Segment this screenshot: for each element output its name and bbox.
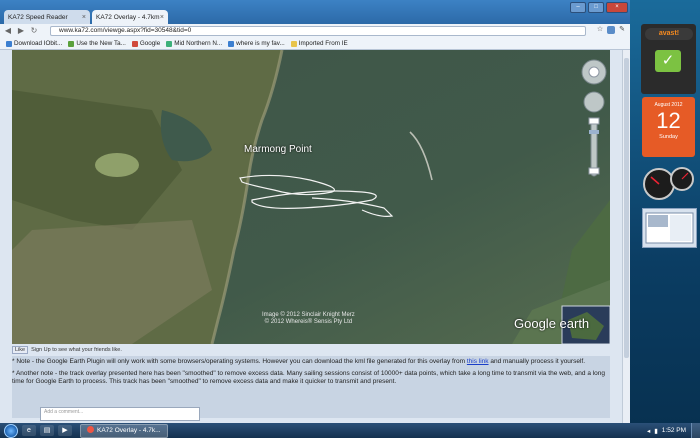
gauge-icon <box>643 167 694 200</box>
tab-overlay[interactable]: KA72 Overlay - 4.7km × <box>92 10 168 24</box>
bookmark-item[interactable]: Mid Northern N... <box>166 40 222 47</box>
back-icon[interactable]: ◀ <box>3 26 13 36</box>
screenshot-thumbnail-icon <box>645 212 694 244</box>
tab-label: KA72 Overlay - 4.7km <box>96 13 160 21</box>
windows-taskbar: e ▤ ▶ KA72 Overlay - 4.7k... ◂ ▮ 1:52 PM <box>0 423 700 438</box>
nav-toolbar: ◀ ▶ ↻ www.ka72.com/viewge.aspx?fid=30548… <box>0 24 630 38</box>
star-icon[interactable]: ☆ <box>596 26 604 34</box>
kml-download-link[interactable]: this link <box>467 358 489 365</box>
bookmark-item[interactable]: Download IObit... <box>6 40 62 47</box>
google-earth-logo: Google earth <box>514 316 590 331</box>
calendar-weekday: Sunday <box>659 134 678 140</box>
bookmarks-bar: Download IObit... Use the New Ta... Goog… <box>0 38 630 50</box>
avast-gadget[interactable]: avast! ✓ <box>641 24 696 94</box>
forward-icon[interactable]: ▶ <box>16 26 26 36</box>
close-icon[interactable]: × <box>160 14 164 21</box>
close-window-button[interactable]: × <box>606 2 628 13</box>
signup-text[interactable]: Sign Up to see what your friends like. <box>31 347 122 353</box>
close-icon[interactable]: × <box>82 14 86 21</box>
network-icon[interactable]: ▮ <box>654 427 658 435</box>
show-desktop-button[interactable] <box>691 423 700 438</box>
window-controls: – □ × <box>570 2 628 13</box>
extension-icon[interactable] <box>607 26 615 34</box>
bookmark-icon <box>166 40 173 47</box>
comment-input[interactable]: Add a comment... <box>40 407 200 421</box>
map-credit-line: © 2012 Whereis® Sensis Pty Ltd <box>264 319 353 325</box>
address-bar[interactable]: www.ka72.com/viewge.aspx?fid=30548&tid=0 <box>50 26 586 36</box>
minimize-button[interactable]: – <box>570 2 586 13</box>
map-credit-line: Image © 2012 Sinclair Knight Merz <box>262 312 355 318</box>
map-place-label: Marmong Point <box>244 144 312 155</box>
folder-icon[interactable]: ▤ <box>40 425 54 436</box>
bookmark-icon <box>68 40 75 47</box>
bookmark-icon <box>228 40 235 47</box>
google-earth-map[interactable]: Marmong Point Image © 2012 Sinclair Knig… <box>12 50 610 344</box>
start-button[interactable] <box>4 423 18 438</box>
map-credit: Image © 2012 Sinclair Knight Merz © 2012… <box>262 312 355 326</box>
clock[interactable]: 1:52 PM <box>662 427 686 434</box>
bookmark-icon <box>6 40 12 47</box>
cpu-meter-gadget[interactable] <box>641 166 696 202</box>
bookmark-item[interactable]: where is my fav... <box>228 40 285 47</box>
page-scrollbar[interactable] <box>622 50 630 423</box>
bookmark-item[interactable]: Google <box>131 40 160 47</box>
social-bar: Like Sign Up to see what your friends li… <box>12 346 610 354</box>
chrome-icon <box>87 426 94 434</box>
check-icon: ✓ <box>655 50 681 72</box>
folder-icon <box>290 40 297 47</box>
browser-window: KA72 Speed Reader × KA72 Overlay - 4.7km… <box>0 0 630 423</box>
calendar-day: 12 <box>656 108 681 133</box>
maximize-button[interactable]: □ <box>588 2 604 13</box>
tab-speed-reader[interactable]: KA72 Speed Reader × <box>4 10 90 24</box>
slideshow-gadget[interactable] <box>642 208 697 248</box>
volume-icon[interactable]: ◂ <box>647 427 650 435</box>
url-text: www.ka72.com/viewge.aspx?fid=30548&tid=0 <box>59 27 192 34</box>
bookmark-folder[interactable]: Imported From IE <box>290 40 348 47</box>
taskbar-chrome-window[interactable]: KA72 Overlay - 4.7k... <box>80 423 168 438</box>
ie-icon[interactable]: e <box>22 425 36 436</box>
reload-icon[interactable]: ↻ <box>29 26 39 36</box>
bookmark-item[interactable]: Use the New Ta... <box>68 40 126 47</box>
tab-label: KA72 Speed Reader <box>8 13 68 21</box>
bookmark-icon <box>131 40 138 47</box>
map-imagery <box>12 50 610 344</box>
scroll-thumb[interactable] <box>624 58 629 358</box>
calendar-gadget[interactable]: August 2012 12 Sunday <box>642 97 695 157</box>
tab-bar: KA72 Speed Reader × KA72 Overlay - 4.7km… <box>0 0 630 24</box>
toolbar-icons: ☆ ✎ <box>596 26 626 34</box>
like-button[interactable]: Like <box>12 346 29 354</box>
wrench-icon[interactable]: ✎ <box>618 26 626 34</box>
media-player-icon[interactable]: ▶ <box>58 425 72 436</box>
page-content: Marmong Point Image © 2012 Sinclair Knig… <box>0 50 622 423</box>
note-smoothing: * Another note - the track overlay prese… <box>12 370 606 385</box>
note-plugin: * Note - the Google Earth Plugin will on… <box>12 358 586 365</box>
avast-logo: avast! <box>645 28 693 40</box>
